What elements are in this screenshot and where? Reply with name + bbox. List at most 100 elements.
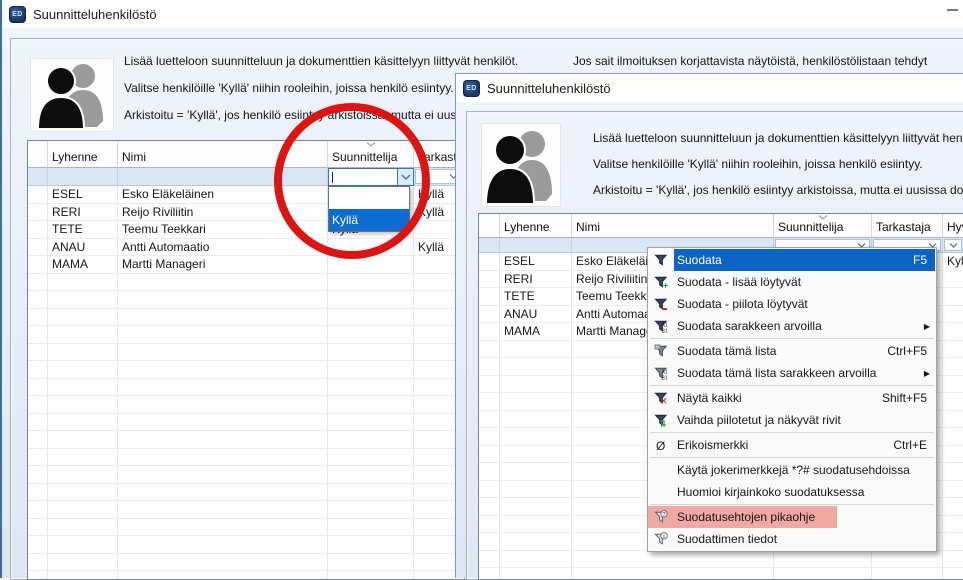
table-cell[interactable] [943, 428, 963, 446]
table-cell[interactable] [118, 554, 328, 572]
table-empty-row[interactable] [28, 571, 464, 580]
table-empty-row[interactable] [28, 379, 464, 397]
row-selector-cell[interactable] [28, 274, 48, 292]
table-cell[interactable] [48, 431, 118, 449]
table-cell[interactable] [943, 376, 963, 394]
table-empty-row[interactable] [28, 396, 464, 414]
menu-item-erikoismerkki[interactable]: ØErikoismerkkiCtrl+E [648, 434, 936, 456]
row-selector-header[interactable] [28, 141, 48, 168]
table-cell[interactable] [943, 498, 963, 516]
column-header-suunnittelija[interactable]: Suunnittelija [774, 214, 872, 238]
table-cell[interactable] [500, 393, 572, 411]
table-cell[interactable] [118, 291, 328, 309]
table-cell[interactable] [118, 309, 328, 327]
table-cell[interactable] [118, 344, 328, 362]
table-cell[interactable] [328, 501, 414, 519]
menu-item-suodattimen-tiedot[interactable]: iSuodattimen tiedot [648, 528, 936, 550]
table-cell[interactable] [118, 519, 328, 537]
table-cell[interactable] [48, 536, 118, 554]
table-empty-row[interactable] [28, 326, 464, 344]
table-empty-row[interactable] [479, 568, 963, 580]
table-cell[interactable] [500, 411, 572, 429]
table-cell[interactable] [328, 466, 414, 484]
table-cell[interactable] [48, 291, 118, 309]
menu-item-huomioi-kirjainkoko-suodatuksessa[interactable]: Huomioi kirjainkoko suodatuksessa [648, 481, 936, 503]
table-cell[interactable] [943, 411, 963, 429]
table-cell[interactable] [48, 326, 118, 344]
row-selector-cell[interactable] [28, 396, 48, 414]
table-cell[interactable] [118, 571, 328, 580]
table-cell[interactable] [328, 431, 414, 449]
table-cell[interactable] [500, 533, 572, 551]
table-cell[interactable] [328, 379, 414, 397]
row-selector-cell[interactable] [479, 481, 500, 499]
row-selector-cell[interactable] [479, 358, 500, 376]
table-cell[interactable] [328, 414, 414, 432]
table-cell[interactable] [943, 533, 963, 551]
table-cell[interactable] [943, 271, 963, 289]
row-selector-cell[interactable] [479, 428, 500, 446]
row-selector-cell[interactable] [479, 411, 500, 429]
row-selector-cell[interactable] [28, 449, 48, 467]
column-header-lyhenne[interactable]: Lyhenne [500, 214, 572, 238]
table-cell[interactable] [572, 568, 774, 580]
table-cell[interactable] [500, 498, 572, 516]
menu-item-suodata-sarakkeen-arvoilla[interactable]: A1B1Suodata sarakkeen arvoilla▶ [648, 315, 936, 337]
row-selector-cell[interactable] [479, 446, 500, 464]
row-selector-cell[interactable] [28, 501, 48, 519]
table-cell[interactable] [328, 484, 414, 502]
table-cell[interactable] [943, 551, 963, 569]
table-cell[interactable] [943, 446, 963, 464]
table-cell[interactable] [48, 361, 118, 379]
table-cell[interactable] [500, 463, 572, 481]
table-cell[interactable] [118, 361, 328, 379]
row-selector-cell[interactable] [28, 519, 48, 537]
row-selector-cell[interactable] [479, 253, 500, 271]
table-cell[interactable]: ANAU [500, 306, 572, 324]
row-selector-cell[interactable] [479, 551, 500, 569]
table-cell[interactable] [943, 463, 963, 481]
table-cell[interactable] [328, 326, 414, 344]
table-cell[interactable]: ANAU [48, 239, 118, 257]
table-cell[interactable] [118, 396, 328, 414]
menu-item-suodata-lis-l-ytyv-t[interactable]: +Suodata - lisää löytyvät [648, 271, 936, 293]
table-cell[interactable] [328, 274, 414, 292]
table-cell[interactable] [500, 551, 572, 569]
table-cell[interactable]: Kyllä [943, 253, 963, 271]
table-cell[interactable]: MAMA [500, 323, 572, 341]
row-selector-cell[interactable] [479, 393, 500, 411]
table-cell[interactable] [118, 326, 328, 344]
table-cell[interactable] [872, 568, 943, 580]
row-selector-cell[interactable] [28, 379, 48, 397]
table-cell[interactable] [48, 274, 118, 292]
table-empty-row[interactable] [28, 519, 464, 537]
table-cell[interactable] [118, 431, 328, 449]
table-cell[interactable] [943, 568, 963, 580]
table-cell[interactable] [48, 501, 118, 519]
column-header-tarkastaja[interactable]: Tarkastaja [872, 214, 943, 238]
table-cell[interactable] [328, 396, 414, 414]
menu-item-n-yt-kaikki[interactable]: ✕Näytä kaikkiShift+F5 [648, 387, 936, 409]
column-header-hyv-ksyj[interactable]: Hyväksyjä [943, 214, 963, 238]
table-empty-row[interactable] [28, 449, 464, 467]
table-cell[interactable] [48, 396, 118, 414]
row-selector-cell[interactable] [28, 326, 48, 344]
row-selector-cell[interactable] [28, 256, 48, 274]
table-cell[interactable] [48, 449, 118, 467]
row-selector-header[interactable] [479, 214, 500, 238]
table-cell[interactable] [500, 428, 572, 446]
table-cell[interactable] [118, 379, 328, 397]
table-cell[interactable] [48, 309, 118, 327]
table-cell[interactable]: MAMA [48, 256, 118, 274]
table-empty-row[interactable] [28, 344, 464, 362]
table-row[interactable]: MAMAMartti Manageri [28, 256, 464, 274]
row-selector-cell[interactable] [28, 536, 48, 554]
table-cell[interactable] [118, 536, 328, 554]
table-cell[interactable] [118, 414, 328, 432]
table-cell[interactable] [118, 449, 328, 467]
menu-item-vaihda-piilotetut-ja-n-kyv-t-rivit[interactable]: ⇅Vaihda piilotetut ja näkyvät rivit [648, 409, 936, 431]
table-cell[interactable] [943, 341, 963, 359]
table-empty-row[interactable] [28, 431, 464, 449]
table-cell[interactable] [774, 551, 872, 569]
table-cell[interactable] [500, 446, 572, 464]
